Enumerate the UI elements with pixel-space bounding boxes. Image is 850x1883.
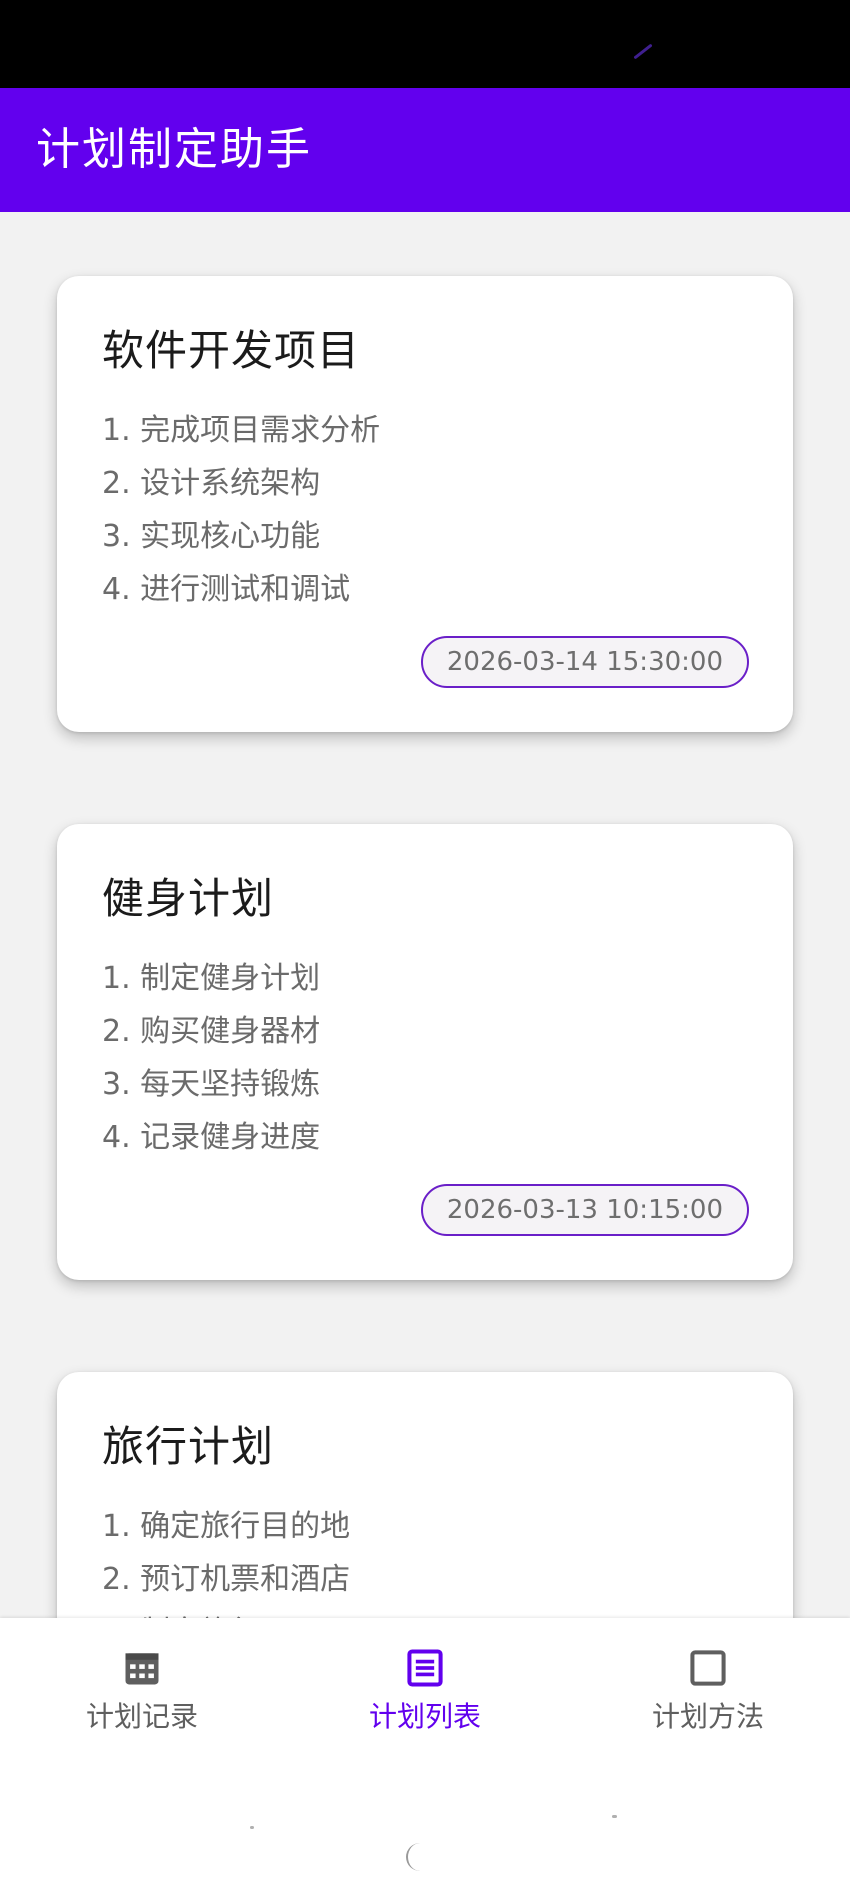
square-icon: [690, 1650, 726, 1686]
status-indicator-icon: [633, 43, 653, 60]
plan-step: 1. 确定旅行目的地: [102, 1509, 351, 1544]
plan-step: 2. 设计系统架构: [102, 466, 321, 501]
plan-step: 2. 购买健身器材: [102, 1014, 321, 1049]
plan-steps: 1. 确定旅行目的地 2. 预订机票和酒店 3. 制定旅行: [102, 1500, 350, 1618]
plan-title: 软件开发项目: [102, 326, 361, 375]
plan-step: 3. 制定旅行: [102, 1606, 350, 1618]
plan-step: 1. 完成项目需求分析: [102, 413, 381, 448]
plan-list[interactable]: 软件开发项目 1. 完成项目需求分析 2. 设计系统架构 3. 实现核心功能 4…: [0, 212, 850, 1618]
plan-title: 旅行计划: [102, 1422, 275, 1471]
nav-item-plan-methods[interactable]: 计划方法: [566, 1618, 850, 1768]
calendar-grid-icon: [125, 1653, 159, 1685]
plan-step: 4. 进行测试和调试: [102, 572, 351, 607]
system-gesture-area: [0, 1768, 850, 1883]
plan-date-badge: 2026-03-14 15:30:00: [420, 636, 749, 688]
gesture-mark: [250, 1826, 254, 1829]
list-icon: [407, 1649, 443, 1687]
app-bar: 计划制定助手: [0, 88, 850, 212]
nav-label: 计划列表: [368, 1700, 481, 1733]
plan-title: 健身计划: [102, 874, 275, 923]
plan-card[interactable]: 旅行计划 1. 确定旅行目的地 2. 预订机票和酒店 3. 制定旅行: [57, 1372, 793, 1618]
plan-steps: 1. 完成项目需求分析 2. 设计系统架构 3. 实现核心功能 4. 进行测试和…: [102, 404, 380, 616]
bottom-navigation: 计划记录 计划列表 计划方法: [0, 1618, 850, 1768]
nav-label: 计划方法: [651, 1700, 764, 1733]
status-bar: [0, 0, 850, 88]
nav-item-plan-records[interactable]: 计划记录: [0, 1618, 284, 1768]
plan-step: 2. 预订机票和酒店: [102, 1562, 351, 1597]
gesture-mark: [612, 1815, 617, 1818]
nav-label: 计划记录: [85, 1700, 198, 1733]
app-title: 计划制定助手: [36, 124, 312, 175]
plan-steps: 1. 制定健身计划 2. 购买健身器材 3. 每天坚持锻炼 4. 记录健身进度: [102, 952, 320, 1164]
plan-step: 1. 制定健身计划: [102, 961, 321, 996]
plan-step: 3. 每天坚持锻炼: [102, 1067, 321, 1102]
plan-date-badge: 2026-03-13 10:15:00: [420, 1184, 749, 1236]
nav-item-plan-list[interactable]: 计划列表: [283, 1618, 567, 1768]
plan-step: 4. 记录健身进度: [102, 1120, 321, 1155]
plan-card[interactable]: 软件开发项目 1. 完成项目需求分析 2. 设计系统架构 3. 实现核心功能 4…: [57, 276, 793, 732]
plan-step: 3. 实现核心功能: [102, 519, 321, 554]
plan-card[interactable]: 健身计划 1. 制定健身计划 2. 购买健身器材 3. 每天坚持锻炼 4. 记录…: [57, 824, 793, 1280]
